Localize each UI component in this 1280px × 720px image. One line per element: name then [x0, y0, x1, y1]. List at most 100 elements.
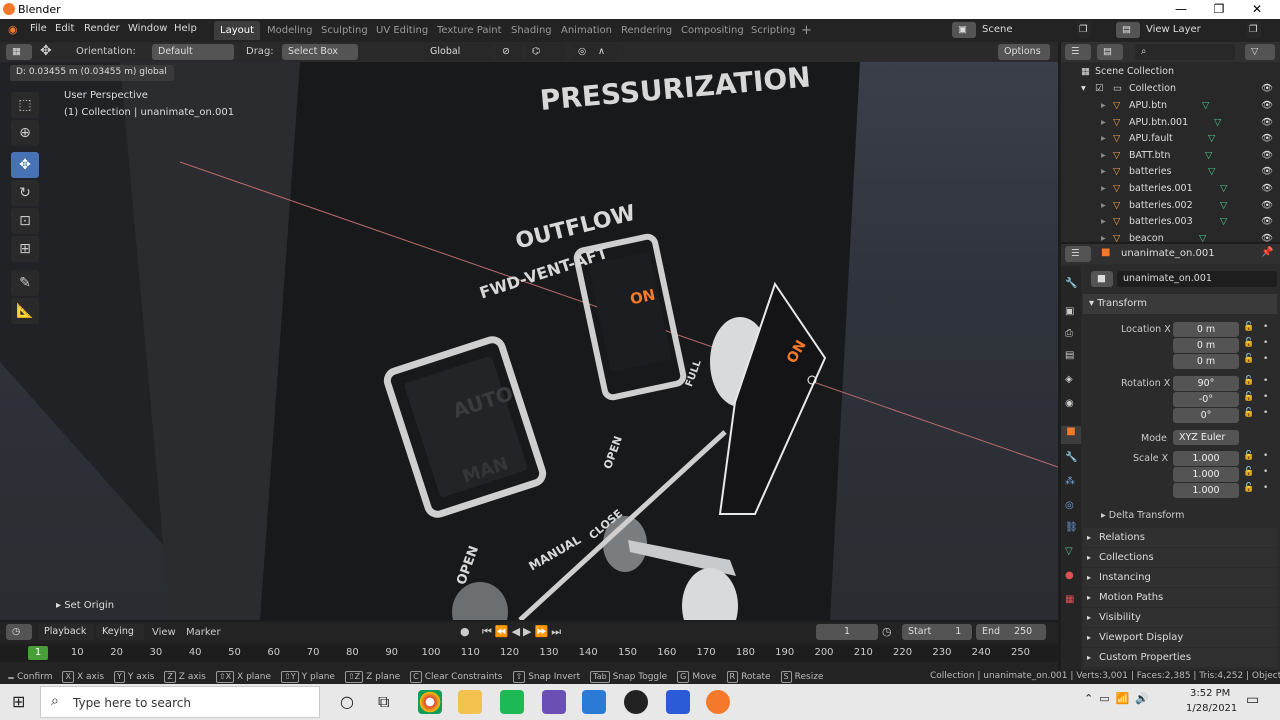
- panel-section[interactable]: ▸ Collections: [1083, 548, 1277, 567]
- scene-name[interactable]: Scene: [982, 24, 1013, 35]
- data-tab-icon[interactable]: ▽: [1065, 546, 1073, 557]
- end-frame-field[interactable]: End 250: [976, 624, 1046, 640]
- outliner-item[interactable]: ▸ ▽ APU.btn ▽ 👁: [1061, 100, 1280, 117]
- falloff-icon[interactable]: ∧: [592, 44, 618, 60]
- lock-icon[interactable]: 🔓: [1243, 451, 1254, 461]
- eye-icon[interactable]: 👁: [1261, 200, 1273, 211]
- object-name-field[interactable]: unanimate_on.001: [1117, 271, 1277, 287]
- marker-menu[interactable]: Marker: [186, 627, 221, 638]
- options-dropdown[interactable]: Options: [998, 44, 1050, 60]
- checkbox-icon[interactable]: ☑: [1095, 83, 1104, 94]
- task-view-icon[interactable]: ⧉: [378, 692, 389, 712]
- lock-icon[interactable]: 🔓: [1243, 467, 1254, 477]
- pin-icon[interactable]: 📌: [1261, 247, 1273, 258]
- add-workspace-icon[interactable]: +: [795, 21, 818, 40]
- eye-icon[interactable]: 👁: [1261, 216, 1273, 227]
- outliner-item[interactable]: ▸ ▽ batteries.002 ▽ 👁: [1061, 200, 1280, 217]
- expand-icon[interactable]: ▸: [1101, 183, 1106, 194]
- scale-tool-icon[interactable]: ⊡: [11, 208, 39, 234]
- expand-icon[interactable]: ▸: [1101, 150, 1106, 161]
- object-tab-icon[interactable]: ■: [1061, 426, 1081, 444]
- tab-rendering[interactable]: Rendering: [615, 21, 678, 40]
- rotation-y-field[interactable]: -0°: [1173, 392, 1239, 407]
- mesh-data-icon[interactable]: ▽: [1202, 100, 1209, 111]
- current-frame-marker[interactable]: 1: [28, 646, 48, 660]
- render-tab-icon[interactable]: ▣: [1065, 306, 1074, 317]
- mesh-data-icon[interactable]: ▽: [1208, 133, 1215, 144]
- lock-icon[interactable]: 🔓: [1243, 483, 1254, 493]
- scene-tab-icon[interactable]: ◈: [1065, 374, 1073, 385]
- tab-sculpting[interactable]: Sculpting: [315, 21, 374, 40]
- keyframe-dot-icon[interactable]: •: [1263, 322, 1268, 332]
- keyframe-dot-icon[interactable]: •: [1263, 354, 1268, 364]
- tab-uv-editing[interactable]: UV Editing: [370, 21, 434, 40]
- eye-icon[interactable]: 👁: [1261, 83, 1273, 94]
- measure-tool-icon[interactable]: 📐: [11, 298, 39, 324]
- outliner-item[interactable]: ▸ ▽ APU.btn.001 ▽ 👁: [1061, 117, 1280, 134]
- panel-section[interactable]: ▸ Viewport Display: [1083, 628, 1277, 647]
- expand-icon[interactable]: ▸: [1101, 216, 1106, 227]
- delta-transform-toggle[interactable]: ▸ Delta Transform: [1101, 510, 1184, 521]
- record-icon[interactable]: ●: [460, 625, 470, 638]
- pivot-icon[interactable]: ⊘: [496, 44, 522, 60]
- chrome-icon[interactable]: [418, 690, 442, 714]
- notifications-icon[interactable]: ▭: [1246, 692, 1259, 708]
- eye-icon[interactable]: 👁: [1261, 233, 1273, 244]
- tab-modeling[interactable]: Modeling: [261, 21, 319, 40]
- app-purple-icon[interactable]: [542, 690, 566, 714]
- playback-controls-icon[interactable]: ⏮⏪◀▶⏩⏭: [482, 625, 564, 639]
- view-layer-tab-icon[interactable]: ▤: [1065, 350, 1074, 361]
- data-browse-icon[interactable]: ■: [1091, 271, 1113, 287]
- expand-icon[interactable]: ▸: [1101, 166, 1106, 177]
- outliner-item[interactable]: ▸ ▽ BATT.btn ▽ 👁: [1061, 150, 1280, 167]
- windows-start-icon[interactable]: ⊞: [12, 692, 25, 711]
- copy-layer-icon[interactable]: ❐: [1247, 22, 1261, 38]
- material-tab-icon[interactable]: ●: [1065, 570, 1074, 581]
- rotation-mode-dropdown[interactable]: XYZ Euler: [1173, 430, 1239, 445]
- blender-taskbar-icon[interactable]: [706, 690, 730, 714]
- keyframe-dot-icon[interactable]: •: [1263, 392, 1268, 402]
- minimize-button[interactable]: —: [1164, 0, 1198, 19]
- expand-icon[interactable]: ▸: [1101, 233, 1106, 244]
- file-explorer-icon[interactable]: [458, 690, 482, 714]
- menu-render[interactable]: Render: [84, 23, 120, 34]
- panel-section[interactable]: ▸ Motion Paths: [1083, 588, 1277, 607]
- menu-file[interactable]: File: [30, 23, 47, 34]
- app-green-icon[interactable]: [500, 690, 524, 714]
- tab-shading[interactable]: Shading: [505, 21, 558, 40]
- clock-icon[interactable]: ◷: [882, 625, 892, 638]
- tool-tab-icon[interactable]: 🔧: [1065, 278, 1077, 289]
- eye-icon[interactable]: 👁: [1261, 133, 1273, 144]
- outliner-item[interactable]: ▸ ▽ APU.fault ▽ 👁: [1061, 133, 1280, 150]
- outliner-item[interactable]: ▸ ▽ batteries ▽ 👁: [1061, 166, 1280, 183]
- menu-help[interactable]: Help: [174, 23, 197, 34]
- start-frame-field[interactable]: Start 1: [902, 624, 972, 640]
- panel-section[interactable]: ▸ Relations: [1083, 528, 1277, 547]
- move-tool-button-icon[interactable]: ✥: [11, 152, 39, 178]
- constraints-tab-icon[interactable]: ⛓: [1065, 522, 1078, 533]
- eye-icon[interactable]: 👁: [1261, 100, 1273, 111]
- rotation-x-field[interactable]: 90°: [1173, 376, 1239, 391]
- keyframe-dot-icon[interactable]: •: [1263, 408, 1268, 418]
- panel-section[interactable]: ▸ Instancing: [1083, 568, 1277, 587]
- mesh-data-icon[interactable]: ▽: [1214, 117, 1221, 128]
- playback-menu[interactable]: Playback: [38, 624, 94, 640]
- display-mode-icon[interactable]: ▤: [1097, 44, 1123, 60]
- view-menu[interactable]: View: [152, 627, 176, 638]
- keyframe-dot-icon[interactable]: •: [1263, 338, 1268, 348]
- cursor-tool-icon[interactable]: ⊕: [11, 120, 39, 146]
- maximize-button[interactable]: ❐: [1202, 0, 1236, 19]
- scale-y-field[interactable]: 1.000: [1173, 467, 1239, 482]
- eye-icon[interactable]: 👁: [1261, 183, 1273, 194]
- location-y-field[interactable]: 0 m: [1173, 338, 1239, 353]
- location-z-field[interactable]: 0 m: [1173, 354, 1239, 369]
- drag-dropdown[interactable]: Select Box: [282, 44, 358, 60]
- tab-animation[interactable]: Animation: [555, 21, 618, 40]
- current-frame-field[interactable]: 1: [816, 624, 878, 640]
- close-button[interactable]: ✕: [1240, 0, 1274, 19]
- outliner-item[interactable]: ▸ ▽ batteries.003 ▽ 👁: [1061, 216, 1280, 233]
- lock-icon[interactable]: 🔓: [1243, 376, 1254, 386]
- outliner-search-input[interactable]: ⌕: [1135, 44, 1235, 60]
- annotate-tool-icon[interactable]: ✎: [11, 270, 39, 296]
- filter-icon[interactable]: ▽: [1245, 44, 1275, 60]
